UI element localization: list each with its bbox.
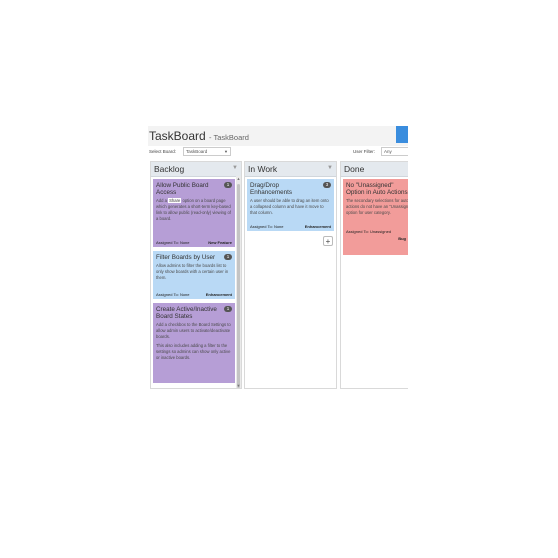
points-badge: 3	[323, 182, 331, 188]
card-description: The secondary selections for automatic a…	[346, 198, 408, 215]
card-title: Drag/Drop Enhancements	[250, 182, 293, 196]
card-assignee: Assigned To: Unassigned	[346, 229, 392, 234]
column-title: Backlog	[154, 164, 185, 174]
column-backlog: Backlog ▼ Allow Public Board Access 1 Ad…	[150, 161, 242, 389]
column-title: Done	[344, 164, 365, 174]
points-badge: 1	[224, 306, 232, 312]
card-category: Enhancement	[304, 224, 331, 229]
card-footer: Assigned To: None Enhancement	[156, 292, 232, 297]
taskboard-app: TaskBoard - TaskBoard Select Board: Task…	[148, 126, 408, 389]
task-card[interactable]: Filter Boards by User 1 Allow admins to …	[153, 251, 235, 299]
card-category: Enhancement	[205, 292, 232, 297]
column-scrollbar[interactable]: ▲ ▼	[236, 176, 241, 388]
chevron-down-icon[interactable]: ▼	[327, 165, 333, 171]
card-title: Allow Public Board Access	[156, 182, 209, 196]
scroll-down-icon[interactable]: ▼	[236, 383, 241, 388]
scroll-up-icon[interactable]: ▲	[236, 176, 241, 181]
select-board-label: Select Board:	[149, 149, 177, 154]
card-assignee: Assigned To: None	[156, 240, 190, 245]
card-footer: Assigned To: None New Feature	[156, 240, 232, 245]
column-title: In Work	[248, 164, 278, 174]
card-description: Add a Share option on a board page which…	[156, 198, 232, 222]
points-badge: 1	[224, 254, 232, 260]
column-in-work: In Work ▼ Drag/Drop Enhancements 3 A use…	[244, 161, 337, 389]
card-description: A user should be able to drag an item on…	[250, 198, 329, 215]
chevron-down-icon[interactable]: ▼	[232, 165, 238, 171]
column-done: Done No "Unassigned" Option in Auto Acti…	[340, 161, 408, 389]
task-card[interactable]: No "Unassigned" Option in Auto Actions T…	[343, 179, 408, 255]
task-card[interactable]: Allow Public Board Access 1 Add a Share …	[153, 179, 235, 247]
task-card[interactable]: Drag/Drop Enhancements 3 A user should b…	[247, 179, 334, 231]
board-select[interactable]: TaskBoard ▼	[183, 147, 231, 156]
scroll-thumb[interactable]	[237, 184, 240, 388]
column-header: Done	[341, 162, 408, 177]
card-footer: Assigned To: None Enhancement	[250, 224, 331, 229]
task-card[interactable]: Create Active/Inactive Board States 1 Ad…	[153, 303, 235, 383]
card-description-extra: This also includes adding a filter to th…	[156, 343, 231, 360]
points-badge: 1	[224, 182, 232, 188]
page-title: TaskBoard - TaskBoard	[149, 129, 249, 143]
app-title: TaskBoard	[149, 129, 206, 143]
user-filter-value: Any	[384, 149, 392, 154]
card-title: No "Unassigned" Option in Auto Actions	[346, 182, 408, 196]
card-category: New Feature	[208, 240, 232, 245]
card-assignee: Assigned To: None	[156, 292, 190, 297]
board-subtitle: - TaskBoard	[209, 133, 249, 142]
filter-bar: Select Board: TaskBoard ▼ User Filter: A…	[148, 147, 408, 158]
share-keyword: Share	[168, 198, 182, 203]
card-category: Bug	[398, 236, 406, 241]
column-header: Backlog ▼	[151, 162, 241, 177]
card-assignee: Assigned To: None	[250, 224, 284, 229]
card-title: Filter Boards by User	[156, 254, 216, 261]
user-filter-select[interactable]: Any	[381, 147, 408, 156]
user-filter-label: User Filter:	[353, 149, 376, 154]
header-bar: TaskBoard - TaskBoard	[148, 126, 408, 146]
column-header: In Work ▼	[245, 162, 336, 177]
add-item-button[interactable]: +	[323, 236, 333, 246]
card-description: Allow admins to filter the boards list t…	[156, 263, 229, 280]
description-text: Add a	[156, 198, 167, 203]
card-footer: Assigned To: Unassigned Bug	[346, 229, 408, 241]
card-description: Add a checkbox to the Board Settings to …	[156, 322, 231, 339]
header-action-button[interactable]	[396, 126, 408, 143]
board-select-value: TaskBoard	[186, 149, 208, 154]
card-title: Create Active/Inactive Board States	[156, 306, 217, 320]
chevron-down-icon: ▼	[224, 149, 228, 154]
